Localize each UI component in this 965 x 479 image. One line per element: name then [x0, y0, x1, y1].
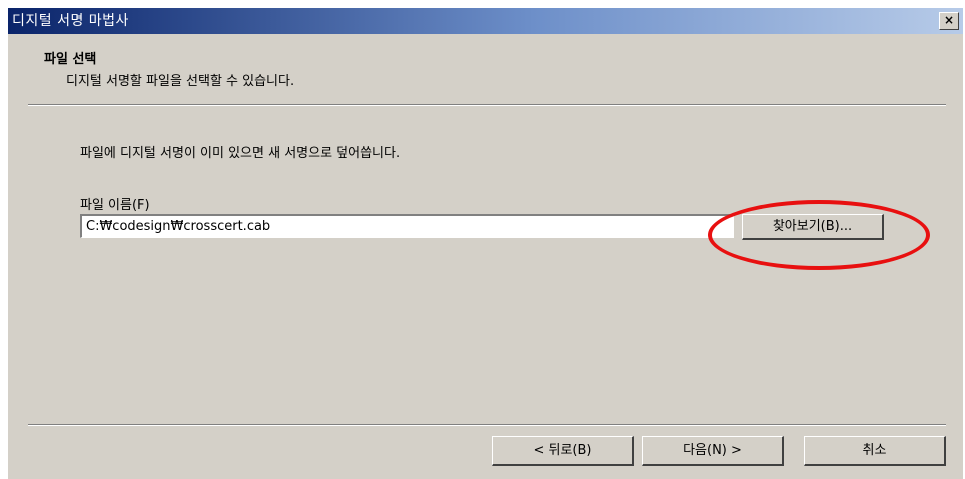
close-button[interactable]: ×: [939, 12, 959, 30]
overwrite-info-text: 파일에 디지털 서명이 이미 있으면 새 서명으로 덮어씁니다.: [80, 146, 401, 161]
footer-divider: [28, 424, 946, 426]
close-icon: ×: [943, 13, 955, 27]
next-button[interactable]: 다음(N) >: [642, 436, 784, 466]
back-button[interactable]: < 뒤로(B): [492, 436, 634, 466]
page-title: 파일 선택: [44, 52, 97, 67]
file-name-input[interactable]: [80, 214, 734, 238]
window-title: 디지털 서명 마법사: [12, 13, 129, 29]
wizard-body: 파일 선택 디지털 서명할 파일을 선택할 수 있습니다. 파일에 디지털 서명…: [8, 34, 963, 479]
browse-button[interactable]: 찾아보기(B)...: [742, 214, 884, 240]
cancel-button[interactable]: 취소: [804, 436, 946, 466]
header-divider: [28, 104, 946, 106]
title-bar[interactable]: 디지털 서명 마법사 ×: [8, 8, 963, 34]
page-description: 디지털 서명할 파일을 선택할 수 있습니다.: [66, 74, 295, 89]
wizard-header: 파일 선택 디지털 서명할 파일을 선택할 수 있습니다.: [8, 34, 963, 106]
digital-signature-wizard-window: 디지털 서명 마법사 × 파일 선택 디지털 서명할 파일을 선택할 수 있습니…: [0, 0, 965, 479]
file-name-label: 파일 이름(F): [80, 198, 150, 213]
